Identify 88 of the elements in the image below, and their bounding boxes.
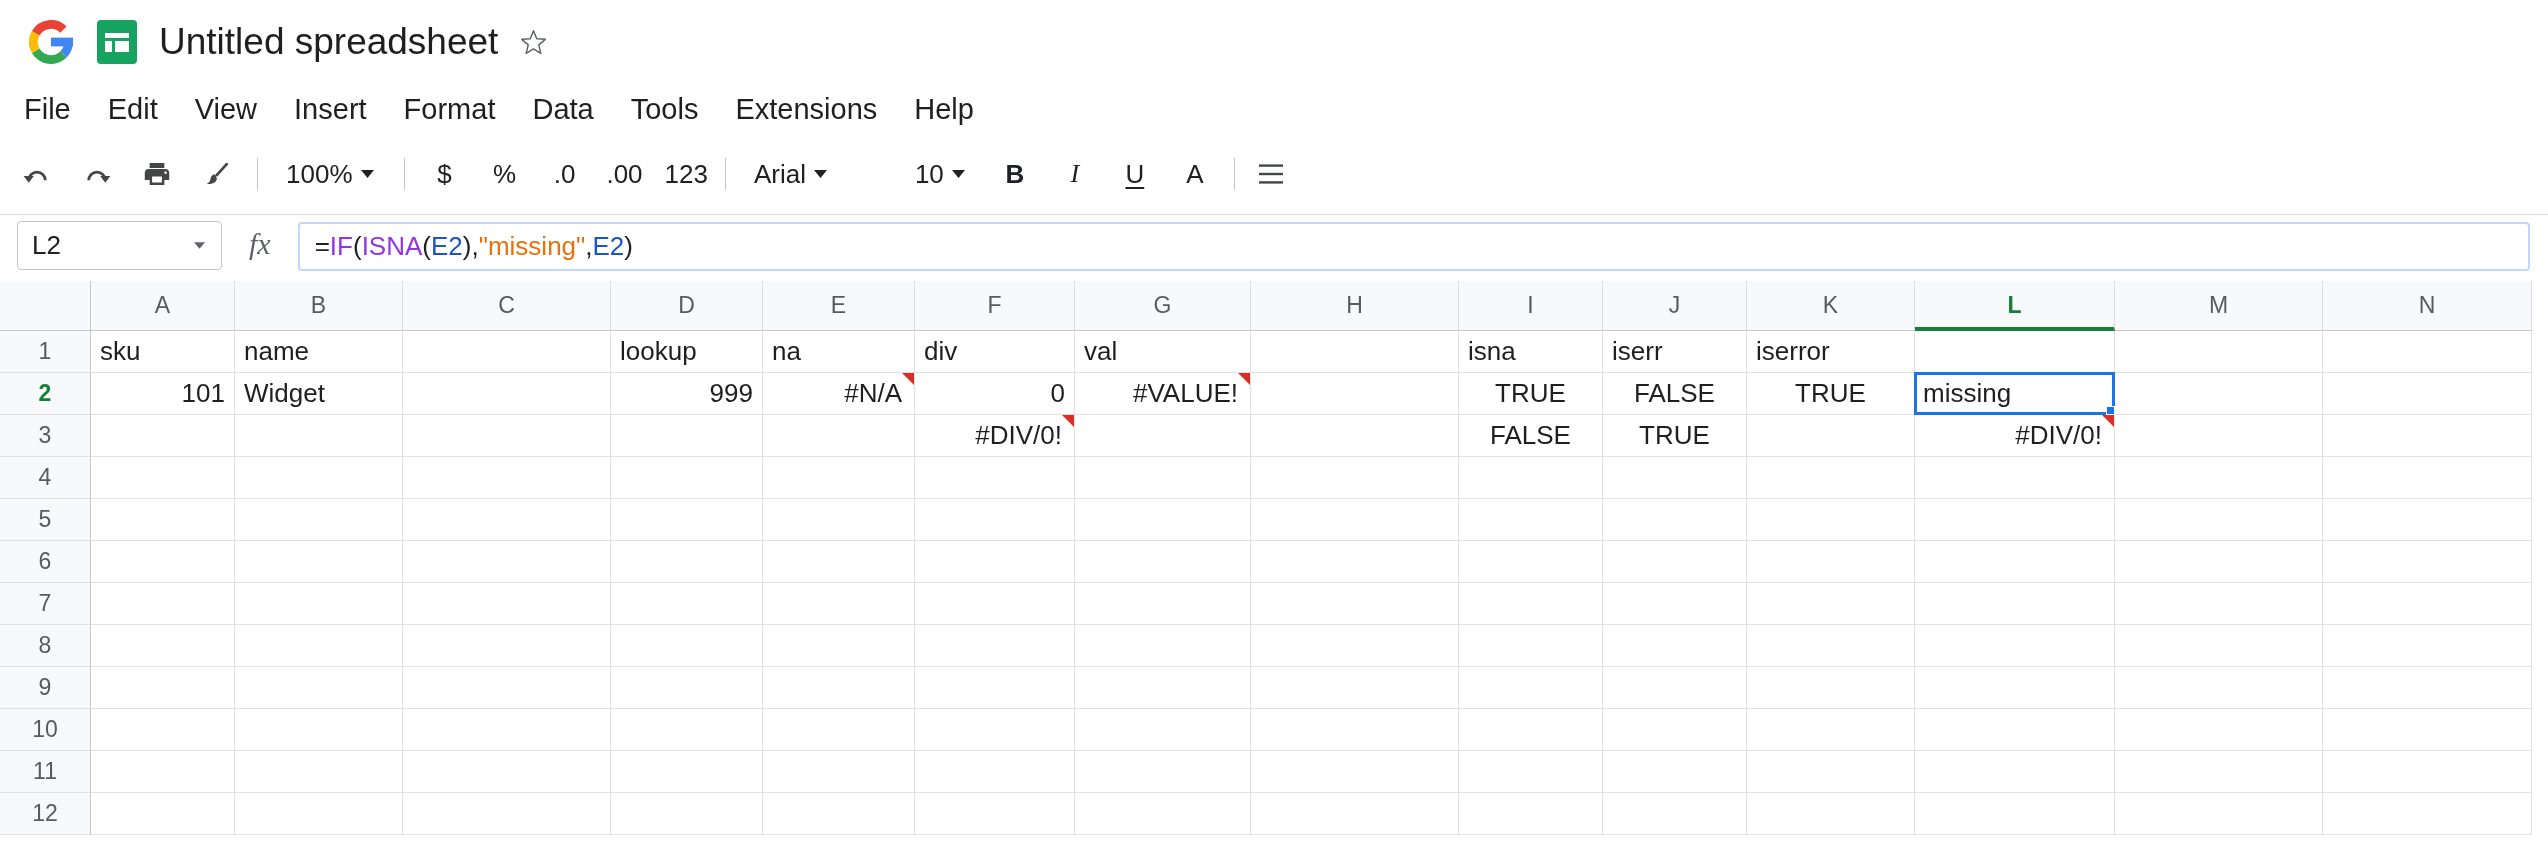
format-button[interactable]: 123 xyxy=(657,152,715,196)
font-dropdown[interactable]: Arial xyxy=(737,152,898,196)
row-header[interactable]: 12 xyxy=(0,793,91,835)
column-header[interactable]: C xyxy=(403,281,611,331)
menu-item[interactable]: Edit xyxy=(107,92,158,126)
table-cell-text: FALSE xyxy=(1489,419,1572,452)
table-cell-text: isna xyxy=(1467,335,1517,368)
column-header[interactable]: F xyxy=(915,281,1075,331)
caret-icon[interactable] xyxy=(194,242,205,249)
table-cell-text: name xyxy=(243,335,311,368)
table-cell-text: 999 xyxy=(708,377,754,410)
column-header[interactable]: N xyxy=(2323,281,2532,331)
column-header[interactable]: A xyxy=(91,281,235,331)
error-marker-icon xyxy=(1062,415,1074,427)
document-title[interactable]: Untitled spreadsheet xyxy=(159,21,499,63)
row-header[interactable]: 8 xyxy=(0,625,91,667)
column-header[interactable]: H xyxy=(1251,281,1459,331)
table-cell-text: div xyxy=(923,335,959,368)
caret-icon xyxy=(813,170,827,178)
error-marker-icon xyxy=(1238,373,1250,385)
spreadsheet-icon[interactable] xyxy=(97,20,137,64)
menu-item[interactable]: Format xyxy=(403,92,496,126)
column-header[interactable]: D xyxy=(611,281,763,331)
table-cell-text: #VALUE! xyxy=(1132,377,1238,410)
table-cell-text: 0 xyxy=(1049,377,1066,410)
format-button[interactable]: $ xyxy=(417,152,472,196)
table-cell-text: #N/A xyxy=(843,377,902,410)
menu-item[interactable]: File xyxy=(24,92,71,126)
table-cell-text: TRUE xyxy=(1794,377,1867,410)
menu-item[interactable]: Help xyxy=(914,92,974,126)
row-header[interactable]: 6 xyxy=(0,541,91,583)
table-cell-text: #DIV/0! xyxy=(2014,419,2102,452)
row-header[interactable]: 2 xyxy=(0,373,91,415)
column-header[interactable]: J xyxy=(1603,281,1747,331)
menu-item[interactable]: Data xyxy=(532,92,594,126)
format-button[interactable]: .00 xyxy=(597,152,652,196)
table-cell-text: Widget xyxy=(243,377,326,410)
column-header[interactable]: E xyxy=(763,281,915,331)
table-cell-text: val xyxy=(1083,335,1119,368)
column-header[interactable]: I xyxy=(1459,281,1603,331)
fill-handle[interactable] xyxy=(2106,406,2115,415)
menu-item[interactable]: View xyxy=(194,92,258,126)
error-marker-icon xyxy=(2102,415,2114,427)
table-cell-text: na xyxy=(771,335,802,368)
g-logo-icon[interactable] xyxy=(29,20,73,64)
fx-label: fx xyxy=(249,227,271,261)
menu-item[interactable]: Extensions xyxy=(735,92,878,126)
column-header[interactable]: M xyxy=(2115,281,2323,331)
row-header[interactable]: 7 xyxy=(0,583,91,625)
caret-icon xyxy=(360,170,374,178)
format-button[interactable]: .0 xyxy=(537,152,592,196)
table-cell-text: TRUE xyxy=(1494,377,1567,410)
column-header[interactable]: B xyxy=(235,281,403,331)
caret-icon xyxy=(951,170,965,178)
column-header[interactable]: G xyxy=(1075,281,1251,331)
row-header[interactable]: 11 xyxy=(0,751,91,793)
row-header[interactable]: 9 xyxy=(0,667,91,709)
menu-item[interactable]: Tools xyxy=(630,92,699,126)
column-header[interactable]: K xyxy=(1747,281,1915,331)
cell-reference-field[interactable]: L2 xyxy=(17,221,222,270)
menu-item[interactable]: Insert xyxy=(294,92,367,126)
row-header[interactable]: 4 xyxy=(0,457,91,499)
horizontal-lines-icon[interactable] xyxy=(1258,164,1283,184)
table-cell-text: 101 xyxy=(180,377,226,410)
row-header[interactable]: 10 xyxy=(0,709,91,751)
text-color-button[interactable]: A xyxy=(1168,152,1221,196)
font-size-dropdown[interactable]: 10 xyxy=(897,152,985,196)
column-header[interactable]: L xyxy=(1915,281,2115,331)
format-button[interactable]: % xyxy=(477,152,532,196)
italic-button[interactable]: I xyxy=(1048,152,1101,196)
row-header[interactable]: 5 xyxy=(0,499,91,541)
table-cell-text: FALSE xyxy=(1633,377,1716,410)
star-icon[interactable] xyxy=(520,28,548,56)
table-cell-text: sku xyxy=(99,335,142,368)
error-marker-icon xyxy=(902,373,914,385)
table-cell: missing xyxy=(1914,372,2115,415)
table-cell-text: #DIV/0! xyxy=(974,419,1062,452)
printer-icon[interactable] xyxy=(143,163,171,185)
table-cell-text: lookup xyxy=(619,335,698,368)
row-header[interactable]: 1 xyxy=(0,331,91,373)
bold-button[interactable]: B xyxy=(988,152,1041,196)
table-cell-text: iserr xyxy=(1611,335,1664,368)
underline-button[interactable]: U xyxy=(1108,152,1161,196)
table-cell-text: iserror xyxy=(1755,335,1831,368)
zoom-dropdown[interactable]: 100% xyxy=(258,152,388,196)
table-cell-text: TRUE xyxy=(1638,419,1711,452)
row-header[interactable]: 3 xyxy=(0,415,91,457)
formula-field[interactable]: =IF(ISNA(E2),"missing",E2) xyxy=(297,222,2530,271)
